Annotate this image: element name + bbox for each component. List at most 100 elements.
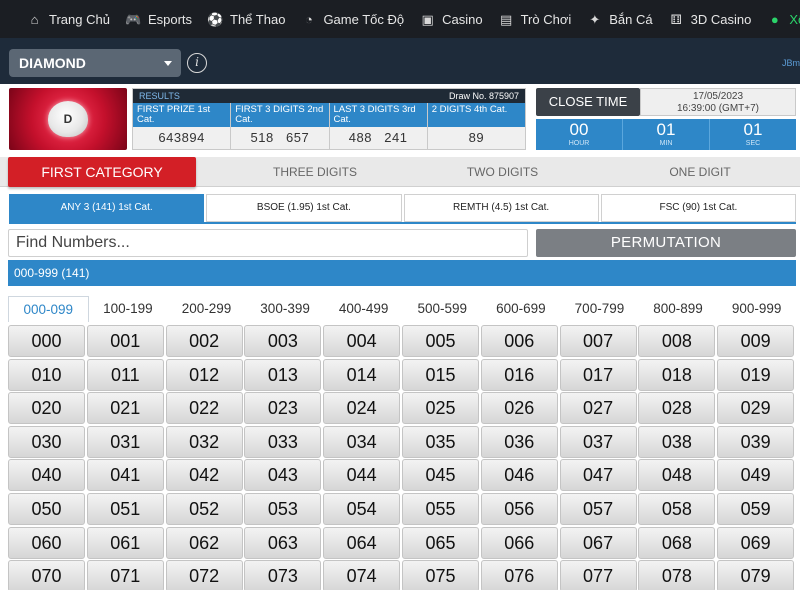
number-button[interactable]: 066 — [480, 526, 558, 559]
number-button[interactable]: 033 — [244, 425, 322, 458]
number-button[interactable]: 028 — [638, 392, 716, 425]
number-button[interactable]: 070 — [8, 560, 85, 590]
hundred-tab-400-499[interactable]: 400-499 — [324, 296, 403, 322]
nav-item-speed-games[interactable]: ◔ Game Tốc Độ — [300, 12, 404, 27]
number-button[interactable]: 062 — [165, 526, 243, 559]
number-button[interactable]: 074 — [323, 560, 401, 590]
nav-item-3d-casino[interactable]: ⚅ 3D Casino — [668, 12, 751, 27]
number-button[interactable]: 010 — [8, 358, 85, 391]
number-button[interactable]: 041 — [86, 459, 164, 492]
number-button[interactable]: 015 — [401, 358, 479, 391]
number-button[interactable]: 057 — [559, 492, 637, 525]
number-button[interactable]: 049 — [717, 459, 795, 492]
number-button[interactable]: 035 — [401, 425, 479, 458]
nav-item-fishing[interactable]: ✦ Bắn Cá — [586, 12, 652, 27]
number-button[interactable]: 032 — [165, 425, 243, 458]
info-icon[interactable]: i — [187, 53, 207, 73]
number-button[interactable]: 056 — [480, 492, 558, 525]
tab-one-digit[interactable]: ONE DIGIT — [605, 157, 795, 187]
number-button[interactable]: 036 — [480, 425, 558, 458]
tab-three-digits[interactable]: THREE DIGITS — [220, 157, 410, 187]
number-button[interactable]: 048 — [638, 459, 716, 492]
number-button[interactable]: 059 — [717, 492, 795, 525]
number-button[interactable]: 013 — [244, 358, 322, 391]
tab-remth[interactable]: REMTH (4.5) 1st Cat. — [403, 194, 599, 222]
number-button[interactable]: 009 — [717, 325, 795, 357]
number-button[interactable]: 034 — [323, 425, 401, 458]
number-button[interactable]: 075 — [401, 560, 479, 590]
number-button[interactable]: 018 — [638, 358, 716, 391]
number-button[interactable]: 043 — [244, 459, 322, 492]
number-button[interactable]: 012 — [165, 358, 243, 391]
number-button[interactable]: 001 — [86, 325, 164, 357]
number-button[interactable]: 055 — [401, 492, 479, 525]
number-button[interactable]: 021 — [86, 392, 164, 425]
number-button[interactable]: 045 — [401, 459, 479, 492]
number-button[interactable]: 079 — [717, 560, 795, 590]
number-button[interactable]: 064 — [323, 526, 401, 559]
nav-item-sports[interactable]: ⚽ Thể Thao — [207, 12, 285, 27]
number-button[interactable]: 040 — [8, 459, 85, 492]
number-button[interactable]: 061 — [86, 526, 164, 559]
number-button[interactable]: 030 — [8, 425, 85, 458]
tab-two-digits[interactable]: TWO DIGITS — [410, 157, 595, 187]
number-button[interactable]: 039 — [717, 425, 795, 458]
number-button[interactable]: 003 — [244, 325, 322, 357]
hundred-tab-600-699[interactable]: 600-699 — [482, 296, 561, 322]
number-button[interactable]: 007 — [559, 325, 637, 357]
number-button[interactable]: 026 — [480, 392, 558, 425]
tab-first-category[interactable]: FIRST CATEGORY — [8, 157, 196, 187]
number-button[interactable]: 051 — [86, 492, 164, 525]
number-button[interactable]: 042 — [165, 459, 243, 492]
number-button[interactable]: 053 — [244, 492, 322, 525]
number-button[interactable]: 014 — [323, 358, 401, 391]
tab-fsc[interactable]: FSC (90) 1st Cat. — [600, 194, 796, 222]
number-button[interactable]: 017 — [559, 358, 637, 391]
number-button[interactable]: 027 — [559, 392, 637, 425]
number-button[interactable]: 031 — [86, 425, 164, 458]
nav-item-home[interactable]: ⌂ Trang Chủ — [26, 12, 110, 27]
nav-item-esports[interactable]: 🎮 Esports — [125, 12, 192, 27]
number-button[interactable]: 004 — [323, 325, 401, 357]
number-button[interactable]: 046 — [480, 459, 558, 492]
number-button[interactable]: 052 — [165, 492, 243, 525]
number-button[interactable]: 002 — [165, 325, 243, 357]
number-button[interactable]: 073 — [244, 560, 322, 590]
number-button[interactable]: 005 — [401, 325, 479, 357]
number-button[interactable]: 067 — [559, 526, 637, 559]
number-button[interactable]: 037 — [559, 425, 637, 458]
number-button[interactable]: 038 — [638, 425, 716, 458]
nav-item-games[interactable]: ▤ Trò Chơi — [498, 12, 571, 27]
hundred-tab-000-099[interactable]: 000-099 — [8, 296, 89, 322]
tab-bsoe[interactable]: BSOE (1.95) 1st Cat. — [206, 194, 402, 222]
hundred-tab-700-799[interactable]: 700-799 — [560, 296, 639, 322]
number-button[interactable]: 065 — [401, 526, 479, 559]
number-button[interactable]: 076 — [480, 560, 558, 590]
game-select[interactable]: DIAMOND — [9, 49, 181, 77]
nav-item-casino[interactable]: ▣ Casino — [419, 12, 482, 27]
number-button[interactable]: 071 — [86, 560, 164, 590]
number-button[interactable]: 058 — [638, 492, 716, 525]
number-button[interactable]: 047 — [559, 459, 637, 492]
number-button[interactable]: 022 — [165, 392, 243, 425]
number-button[interactable]: 000 — [8, 325, 85, 357]
find-numbers-input[interactable] — [8, 229, 528, 257]
number-button[interactable]: 020 — [8, 392, 85, 425]
number-button[interactable]: 069 — [717, 526, 795, 559]
number-button[interactable]: 063 — [244, 526, 322, 559]
number-button[interactable]: 060 — [8, 526, 85, 559]
number-button[interactable]: 068 — [638, 526, 716, 559]
hundred-tab-500-599[interactable]: 500-599 — [403, 296, 482, 322]
tab-any3[interactable]: ANY 3 (141) 1st Cat. — [9, 194, 205, 222]
number-button[interactable]: 044 — [323, 459, 401, 492]
number-button[interactable]: 025 — [401, 392, 479, 425]
number-button[interactable]: 006 — [480, 325, 558, 357]
hundred-tab-300-399[interactable]: 300-399 — [246, 296, 325, 322]
number-button[interactable]: 016 — [480, 358, 558, 391]
hundred-tab-800-899[interactable]: 800-899 — [639, 296, 718, 322]
number-button[interactable]: 078 — [638, 560, 716, 590]
number-button[interactable]: 054 — [323, 492, 401, 525]
number-button[interactable]: 024 — [323, 392, 401, 425]
number-button[interactable]: 050 — [8, 492, 85, 525]
hundred-tab-100-199[interactable]: 100-199 — [89, 296, 168, 322]
